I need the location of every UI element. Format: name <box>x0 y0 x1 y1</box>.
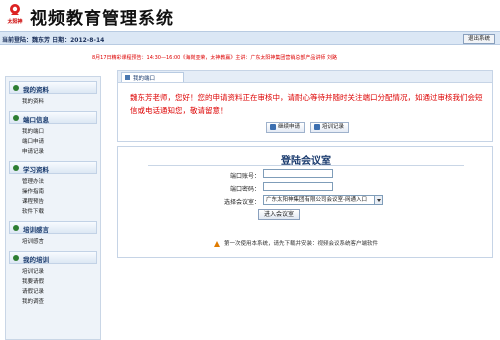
login-info: 当前登陆：魏东芳 日期：2012-8-14 <box>2 37 105 44</box>
menu-section-study: 学习资料 管理办法 操作指南 课程预告 软件下载 <box>6 161 100 217</box>
tip-text: 第一次使用本系统，请先下载并安装： <box>224 241 318 247</box>
continue-apply-button[interactable]: 继续申请 <box>266 122 306 133</box>
section-bullet-icon <box>13 255 19 261</box>
menu-header-port-info[interactable]: 端口信息 <box>9 111 97 124</box>
plus-icon <box>270 123 276 130</box>
tab-my-port[interactable]: 我的端口 <box>121 72 184 82</box>
menu-header-study[interactable]: 学习资料 <box>9 161 97 174</box>
section-bullet-icon <box>13 115 19 121</box>
sidebar-item-testimonials[interactable]: 培训感言 <box>6 237 100 247</box>
menu-section-testimonials: 培训感言 培训感言 <box>6 221 100 247</box>
chevron-down-icon[interactable] <box>374 196 382 204</box>
menu-header-my-training[interactable]: 我的培训 <box>9 251 97 264</box>
application-notice: 魏东芳老师，您好！您的申请资料正在审核中，请耐心等待并随时关注端口分配情况，如通… <box>117 82 493 142</box>
meeting-room-select[interactable]: 广东太阳神集团有限公司会议室-网通入口 <box>263 195 383 205</box>
client-software-link[interactable]: 视频会议系统客户端软件 <box>318 241 379 247</box>
tab-strip: 我的端口 <box>117 70 493 82</box>
section-bullet-icon <box>13 85 19 91</box>
sidebar-item-request-leave[interactable]: 我要请假 <box>6 277 100 287</box>
status-bar: 当前登陆：魏东芳 日期：2012-8-14 退出系统 <box>0 31 500 45</box>
menu-section-profile: 我的资料 我的资料 <box>6 81 100 107</box>
menu-header-testimonials[interactable]: 培训感言 <box>9 221 97 234</box>
sidebar-item-course-preview[interactable]: 课程预告 <box>6 197 100 207</box>
system-title: 视频教育管理系统 <box>30 9 174 29</box>
sidebar-item-port-apply[interactable]: 端口申请 <box>6 137 100 147</box>
port-icon <box>125 75 130 80</box>
logo-text: 太阳神 <box>7 19 23 25</box>
menu-header-label: 培训感言 <box>23 226 49 234</box>
warning-icon <box>214 240 221 247</box>
meeting-room-label: 选择会议室： <box>223 199 260 206</box>
section-bullet-icon <box>13 225 19 231</box>
port-password-label: 端口密码： <box>229 186 260 193</box>
sidebar-item-leave-records[interactable]: 请假记录 <box>6 287 100 297</box>
training-records-label: 培训记录 <box>321 124 344 130</box>
enter-meeting-button[interactable]: 进入会议室 <box>258 209 300 220</box>
meeting-login-panel: 登陆会议室 端口账号： 端口密码： 选择会议室： 广东太阳神集团有限公司会议室-… <box>117 146 493 258</box>
sun-logo-icon <box>10 4 20 15</box>
menu-section-my-training: 我的培训 培训记录 我要请假 请假记录 我的调查 <box>6 251 100 307</box>
menu-header-label: 我的资料 <box>23 86 49 94</box>
logout-button[interactable]: 退出系统 <box>462 34 495 44</box>
menu-section-port-info: 端口信息 我的端口 端口申请 申请记录 <box>6 111 100 157</box>
sidebar-item-my-profile[interactable]: 我的资料 <box>6 97 100 107</box>
sidebar-item-software-download[interactable]: 软件下载 <box>6 207 100 217</box>
menu-header-profile[interactable]: 我的资料 <box>9 81 97 94</box>
first-use-tip: 第一次使用本系统，请先下载并安装：视频会议系统客户端软件 <box>214 239 378 247</box>
sidebar-item-regulations[interactable]: 管理办法 <box>6 177 100 187</box>
port-password-input[interactable] <box>263 182 333 191</box>
sidebar-item-my-port[interactable]: 我的端口 <box>6 127 100 137</box>
training-records-button[interactable]: 培训记录 <box>309 122 349 133</box>
title-divider <box>148 165 464 166</box>
continue-apply-label: 继续申请 <box>278 124 301 130</box>
brand-logo: 太阳神 <box>4 3 26 27</box>
menu-header-label: 学习资料 <box>23 166 49 174</box>
port-account-input[interactable] <box>263 169 333 178</box>
notice-message: 魏东芳老师，您好！您的申请资料正在审核中，请耐心等待并随时关注端口分配情况，如通… <box>130 93 483 115</box>
course-announcement[interactable]: 8月17日精彩课程预告：14:30—16:00《海岗亚荣，太神教赢》主讲：广东太… <box>92 54 337 61</box>
document-icon <box>313 123 320 130</box>
sidebar-item-guide[interactable]: 操作指南 <box>6 187 100 197</box>
menu-header-label: 我的培训 <box>23 256 49 264</box>
sidebar-item-training-records[interactable]: 培训记录 <box>6 267 100 277</box>
sidebar: 我的资料 我的资料 端口信息 我的端口 端口申请 申请记录 学习资料 管理办法 … <box>5 76 101 340</box>
app-header: 太阳神 视频教育管理系统 <box>0 0 500 31</box>
sidebar-item-apply-records[interactable]: 申请记录 <box>6 147 100 157</box>
port-account-label: 端口账号： <box>229 173 260 180</box>
sidebar-item-my-survey[interactable]: 我的调查 <box>6 297 100 307</box>
meeting-room-selected: 广东太阳神集团有限公司会议室-网通入口 <box>266 197 367 203</box>
menu-header-label: 端口信息 <box>23 116 49 124</box>
section-bullet-icon <box>13 165 19 171</box>
tab-label: 我的端口 <box>133 76 156 82</box>
notice-actions: 继续申请 培训记录 <box>266 122 352 134</box>
